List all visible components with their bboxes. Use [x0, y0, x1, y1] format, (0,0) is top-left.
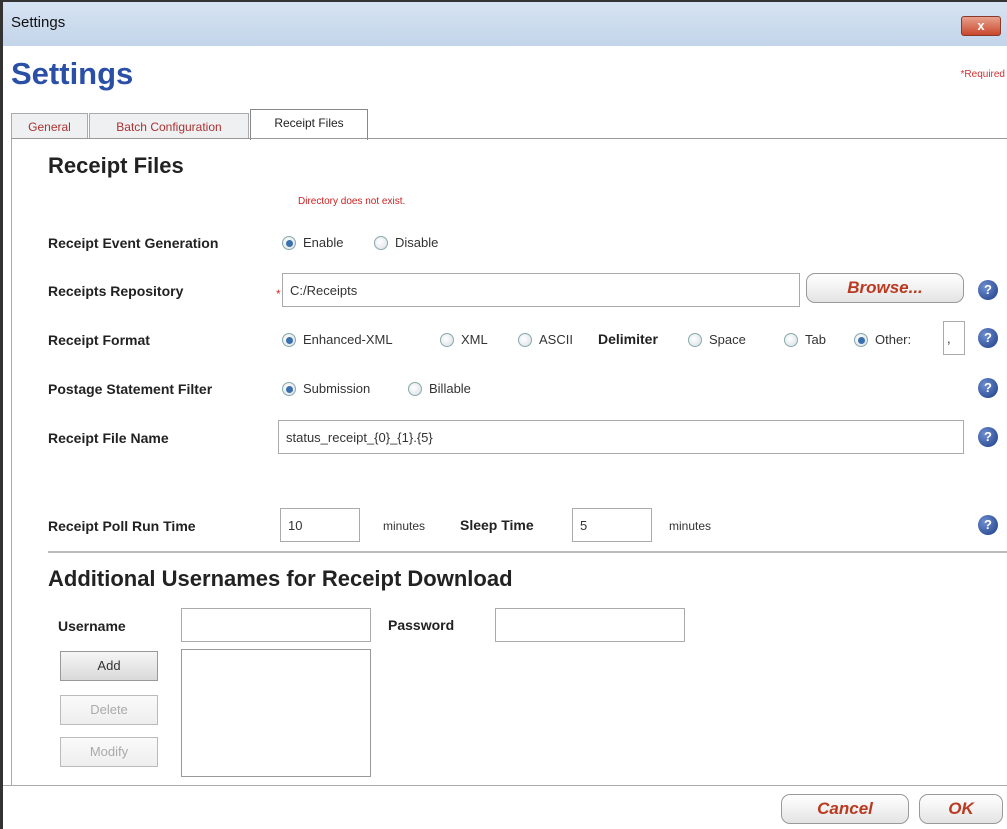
ascii-radio[interactable]: [518, 333, 532, 347]
additional-users-heading: Additional Usernames for Receipt Downloa…: [48, 566, 513, 591]
required-note: *Required: [960, 69, 1005, 80]
receipt-files-panel: Receipt Files Directory does not exist. …: [11, 139, 1007, 785]
space-radio[interactable]: [688, 333, 702, 347]
sleep-time-input[interactable]: [572, 508, 652, 542]
page-title: Settings: [11, 56, 134, 91]
usernames-listbox[interactable]: [181, 649, 371, 777]
add-button[interactable]: Add: [60, 651, 158, 681]
format-help-icon[interactable]: ?: [978, 328, 998, 348]
receipt-file-name-label: Receipt File Name: [48, 430, 169, 446]
other-delimiter-input[interactable]: [943, 321, 965, 355]
browse-button[interactable]: Browse...: [806, 273, 964, 303]
modify-button[interactable]: Modify: [60, 737, 158, 767]
postage-filter-help-icon[interactable]: ?: [978, 378, 998, 398]
delimiter-label: Delimiter: [598, 331, 658, 347]
section-divider: [48, 551, 1007, 553]
submission-radio[interactable]: [282, 382, 296, 396]
sleep-time-unit: minutes: [669, 519, 712, 533]
tab-radio[interactable]: [784, 333, 798, 347]
other-radio[interactable]: [854, 333, 868, 347]
delete-button[interactable]: Delete: [60, 695, 158, 725]
close-button[interactable]: x: [961, 16, 1001, 36]
title-bar[interactable]: Settings x: [3, 2, 1007, 46]
disable-radio-label: Disable: [395, 235, 439, 250]
enhanced-xml-radio[interactable]: [282, 333, 296, 347]
directory-error: Directory does not exist.: [298, 196, 406, 207]
receipts-repository-label: Receipts Repository: [48, 283, 184, 299]
xml-radio[interactable]: [440, 333, 454, 347]
username-label: Username: [58, 618, 126, 634]
disable-radio[interactable]: [374, 236, 388, 250]
event-generation-label: Receipt Event Generation: [48, 235, 219, 251]
password-label: Password: [388, 617, 455, 633]
repository-help-icon[interactable]: ?: [978, 280, 998, 300]
username-input[interactable]: [181, 608, 371, 642]
poll-run-time-input[interactable]: [280, 508, 360, 542]
space-label: Space: [709, 332, 746, 347]
run-time-unit: minutes: [383, 519, 426, 533]
tab-batch-configuration[interactable]: Batch Configuration: [89, 113, 249, 139]
postage-filter-label: Postage Statement Filter: [48, 381, 213, 397]
other-label: Other:: [875, 332, 912, 347]
password-input[interactable]: [495, 608, 685, 642]
billable-label: Billable: [429, 381, 471, 396]
sleep-time-label: Sleep Time: [460, 517, 534, 533]
receipt-files-heading: Receipt Files: [48, 153, 184, 178]
tab-general[interactable]: General: [11, 113, 88, 139]
poll-help-icon[interactable]: ?: [978, 515, 998, 535]
receipt-format-label: Receipt Format: [48, 332, 150, 348]
xml-label: XML: [461, 332, 488, 347]
tab-label: Tab: [805, 332, 826, 347]
receipts-repository-input[interactable]: [282, 273, 800, 307]
ok-button[interactable]: OK: [919, 794, 1003, 824]
settings-window: Settings x Settings *Required General Ba…: [0, 0, 1007, 829]
enable-radio[interactable]: [282, 236, 296, 250]
tab-receipt-files[interactable]: Receipt Files: [250, 109, 368, 140]
submission-label: Submission: [303, 381, 371, 396]
enable-radio-label: Enable: [303, 235, 344, 250]
window-title: Settings: [11, 14, 66, 31]
footer-divider: [3, 785, 1007, 786]
billable-radio[interactable]: [408, 382, 422, 396]
required-marker: *: [276, 287, 281, 301]
file-name-help-icon[interactable]: ?: [978, 427, 998, 447]
receipt-file-name-input[interactable]: [278, 420, 964, 454]
poll-run-time-label: Receipt Poll Run Time: [48, 518, 196, 534]
ascii-label: ASCII: [539, 332, 573, 347]
enhanced-xml-label: Enhanced-XML: [303, 332, 393, 347]
cancel-button[interactable]: Cancel: [781, 794, 909, 824]
